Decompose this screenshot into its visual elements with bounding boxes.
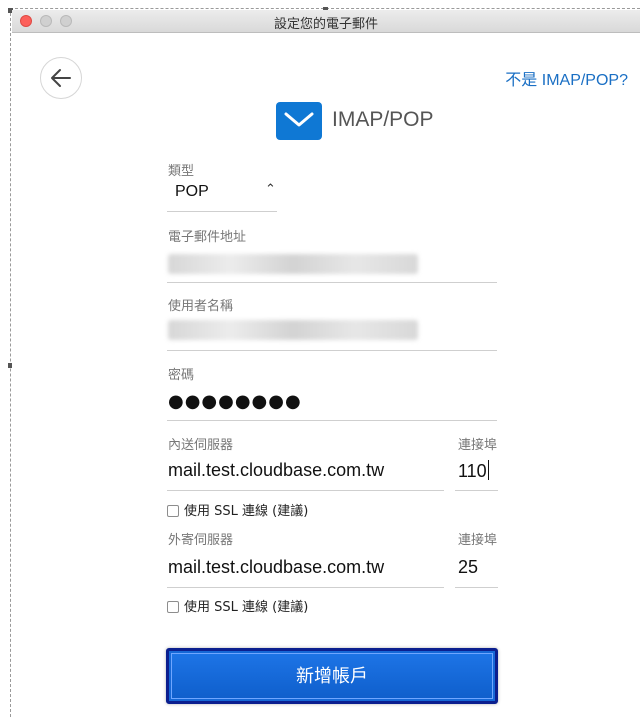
email-label: 電子郵件地址 xyxy=(168,230,247,245)
incoming-port-input[interactable]: 110 xyxy=(458,460,489,482)
incoming-ssl-checkbox[interactable] xyxy=(167,505,179,517)
back-button[interactable] xyxy=(40,57,82,99)
outgoing-port-input[interactable]: 25 xyxy=(458,557,478,578)
outgoing-ssl-label: 使用 SSL 連線 (建議) xyxy=(184,600,309,615)
incoming-port-label: 連接埠 xyxy=(458,438,498,453)
email-redacted-value xyxy=(168,254,418,274)
outgoing-server-underline xyxy=(167,587,444,588)
username-field-underline xyxy=(167,350,497,351)
password-field[interactable]: ●●●●●●●● xyxy=(168,391,302,412)
username-redacted-value xyxy=(168,320,418,340)
type-select-value: POP xyxy=(175,183,209,200)
incoming-server-input[interactable]: mail.test.cloudbase.com.tw xyxy=(168,460,384,481)
text-cursor xyxy=(487,460,489,480)
type-label: 類型 xyxy=(168,164,195,179)
password-field-underline xyxy=(167,420,497,421)
not-imap-pop-link[interactable]: 不是 IMAP/POP? xyxy=(505,66,628,90)
envelope-icon xyxy=(276,102,322,140)
window-title: 設定您的電子郵件 xyxy=(273,17,378,32)
email-setup-window: 設定您的電子郵件 不是 IMAP/POP? IMAP/POP 類型 POP ⌃ … xyxy=(12,10,640,717)
arrow-left-icon xyxy=(51,69,71,87)
incoming-ssl-option[interactable]: 使用 SSL 連線 (建議) xyxy=(167,500,308,519)
incoming-server-underline xyxy=(167,490,444,491)
add-account-button-label: 新增帳戶 xyxy=(171,653,493,699)
type-select-underline xyxy=(167,211,277,212)
outgoing-port-label: 連接埠 xyxy=(458,533,498,548)
outgoing-ssl-option[interactable]: 使用 SSL 連線 (建議) xyxy=(167,596,308,615)
incoming-port-underline xyxy=(455,490,498,491)
outgoing-port-underline xyxy=(455,587,498,588)
incoming-server-label: 內送伺服器 xyxy=(168,438,234,453)
email-field-underline xyxy=(167,282,497,283)
add-account-button[interactable]: 新增帳戶 xyxy=(166,648,498,704)
outgoing-ssl-checkbox[interactable] xyxy=(167,601,179,613)
chevron-up-down-icon: ⌃ xyxy=(265,182,276,197)
outgoing-server-label: 外寄伺服器 xyxy=(168,533,234,548)
password-label: 密碼 xyxy=(168,368,195,383)
incoming-port-value: 110 xyxy=(458,461,487,481)
outgoing-server-input[interactable]: mail.test.cloudbase.com.tw xyxy=(168,557,384,578)
protocol-label: IMAP/POP xyxy=(332,108,434,131)
username-label: 使用者名稱 xyxy=(168,299,234,314)
title-bar: 設定您的電子郵件 xyxy=(12,10,640,33)
incoming-ssl-label: 使用 SSL 連線 (建議) xyxy=(184,504,309,519)
